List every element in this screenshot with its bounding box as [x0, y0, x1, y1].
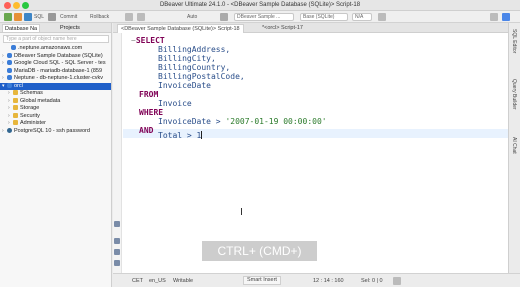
tree-item[interactable]: › DBeaver Sample Database (SQLite): [0, 52, 111, 60]
auto-commit-button[interactable]: Auto: [187, 13, 197, 21]
tree-item[interactable]: › Neptune - db-neptune-1.cluster-cvkv: [0, 75, 111, 82]
keystroke-overlay: CTRL+ (CMD+): [202, 241, 317, 261]
tab-ai-chat[interactable]: AI Chat: [511, 137, 517, 154]
settings-icon[interactable]: [220, 13, 228, 21]
keyword-select: SELECT: [135, 36, 165, 45]
active-datasource-selector[interactable]: DBeaver Sample ...: [234, 13, 294, 21]
transaction-log-icon[interactable]: [137, 13, 145, 21]
dropdown-icon[interactable]: [48, 13, 56, 21]
status-cursor-position: 12 : 14 : 160: [313, 278, 344, 284]
status-timezone: CET: [132, 278, 143, 284]
left-panel-tabs: Database Na Projects: [0, 23, 111, 33]
window-title: DBeaver Ultimate 24.1.0 - <DBeaver Sampl…: [159, 2, 361, 8]
tree-item[interactable]: › Administer: [0, 120, 111, 127]
navigator-filter-input[interactable]: Type a part of object name here: [3, 35, 109, 43]
mouse-ibeam-cursor: [239, 208, 243, 215]
tab-script-17[interactable]: *<orcl> Script-17: [259, 24, 306, 33]
tab-projects[interactable]: Projects: [58, 24, 82, 32]
toolbar-extra-icon[interactable]: [378, 13, 386, 21]
title-bar: DBeaver Ultimate 24.1.0 - <DBeaver Sampl…: [0, 0, 520, 11]
tree-item-label: Google Cloud SQL - SQL Server - tes: [14, 60, 106, 66]
tree-item[interactable]: › Storage: [0, 105, 111, 112]
and-expression: Total > 1: [158, 131, 202, 140]
right-side-panel: SQL Editor Query Builder AI Chat: [508, 23, 520, 273]
main-toolbar: SQL Commit Rollback Auto DBeaver Sample …: [0, 11, 520, 23]
status-selection: Sel: 0 | 0: [361, 278, 383, 284]
tab-query-builder[interactable]: Query Builder: [511, 79, 517, 110]
select-column: BillingPostalCode,: [158, 72, 245, 81]
postgresql-icon: [7, 127, 12, 133]
folder-icon: [13, 120, 18, 125]
tree-item-label: MariaDB - mariadb-database-1 (859: [14, 67, 103, 74]
status-writable: Writable: [173, 278, 194, 284]
tree-item-label: orcl: [14, 82, 23, 89]
keyword-where: WHERE: [139, 108, 164, 117]
tree-item[interactable]: MariaDB - mariadb-database-1 (859: [0, 67, 111, 75]
keyword-and: AND: [139, 126, 154, 135]
sql-button[interactable]: SQL: [34, 13, 44, 21]
database-navigator-icon[interactable]: [14, 13, 22, 21]
tree-item[interactable]: › Schemas: [0, 90, 111, 97]
status-insert-mode[interactable]: Smart Insert: [243, 276, 281, 285]
explain-plan-icon[interactable]: [114, 249, 120, 255]
tree-item[interactable]: › Google Cloud SQL - SQL Server - tes: [0, 60, 111, 67]
database-icon: [11, 45, 16, 50]
tree-item[interactable]: › Security: [0, 112, 111, 120]
tree-item[interactable]: › PostgreSQL 10 - ssh password: [0, 127, 111, 135]
tree-item-label: Security: [20, 112, 40, 119]
select-column: BillingCountry,: [158, 63, 231, 72]
keyword-from: FROM: [139, 90, 159, 99]
tree-item[interactable]: .neptune.amazonaws.com: [0, 45, 111, 52]
status-locale: en_US: [149, 278, 166, 284]
database-icon: [7, 52, 12, 58]
editor-tabs: <DBeaver Sample Database (SQLite)> Scrip…: [113, 23, 508, 33]
new-connection-icon[interactable]: [4, 13, 12, 21]
sql-editor[interactable]: −SELECT BillingAddress, BillingCity, Bil…: [113, 33, 508, 273]
tree-item[interactable]: › Global metadata: [0, 97, 111, 105]
editor-gutter: [113, 33, 122, 273]
text-cursor: [201, 131, 203, 139]
folder-icon: [13, 112, 18, 118]
perspective-icon[interactable]: [502, 13, 510, 21]
tab-script-18[interactable]: <DBeaver Sample Database (SQLite)> Scrip…: [117, 24, 244, 33]
rollback-button[interactable]: Rollback: [90, 13, 109, 21]
tree-item-label: PostgreSQL 10 - ssh password: [14, 127, 90, 134]
folder-icon: [13, 105, 18, 110]
tab-sql-editor[interactable]: SQL Editor: [511, 29, 517, 53]
execute-script-icon[interactable]: [114, 238, 120, 244]
where-column: InvoiceDate >: [158, 117, 226, 126]
catalog-selector[interactable]: N/A: [352, 13, 372, 21]
tree-item-label: .neptune.amazonaws.com: [18, 45, 83, 51]
database-icon: [7, 82, 12, 88]
transaction-mode-icon[interactable]: [125, 13, 133, 21]
notifications-icon[interactable]: [393, 277, 401, 285]
tab-database-navigator[interactable]: Database Na: [2, 24, 41, 32]
search-icon[interactable]: [490, 13, 498, 21]
tree-item-label: Schemas: [20, 90, 43, 96]
active-schema-selector[interactable]: Base (SQLite): [300, 13, 348, 21]
select-column: InvoiceDate: [158, 81, 211, 90]
tree-item-label: Storage: [20, 105, 40, 111]
tree-item[interactable]: ▾ orcl: [0, 82, 111, 90]
folder-icon: [13, 90, 18, 95]
where-value: '2007-01-19 00:00:00': [225, 117, 327, 126]
tree-item-label: DBeaver Sample Database (SQLite): [14, 52, 103, 59]
select-column: BillingAddress,: [158, 45, 231, 54]
execute-statement-icon[interactable]: [114, 221, 120, 227]
sql-editor-icon[interactable]: [24, 13, 32, 21]
database-icon: [7, 67, 12, 73]
tree-item-label: Administer: [20, 120, 46, 126]
select-column: BillingCity,: [158, 54, 216, 63]
commit-button[interactable]: Commit: [60, 13, 77, 21]
tree-item-label: Neptune - db-neptune-1.cluster-cvkv: [14, 75, 103, 81]
table-name: Invoice: [158, 99, 192, 108]
database-icon: [7, 60, 12, 65]
tree-item-label: Global metadata: [20, 97, 61, 104]
database-navigator-panel: Database Na Projects Type a part of obje…: [0, 23, 112, 287]
load-file-icon[interactable]: [114, 260, 120, 266]
folder-icon: [13, 97, 18, 103]
status-bar: CET en_US Writable Smart Insert 12 : 14 …: [113, 273, 520, 287]
database-icon: [7, 75, 12, 80]
